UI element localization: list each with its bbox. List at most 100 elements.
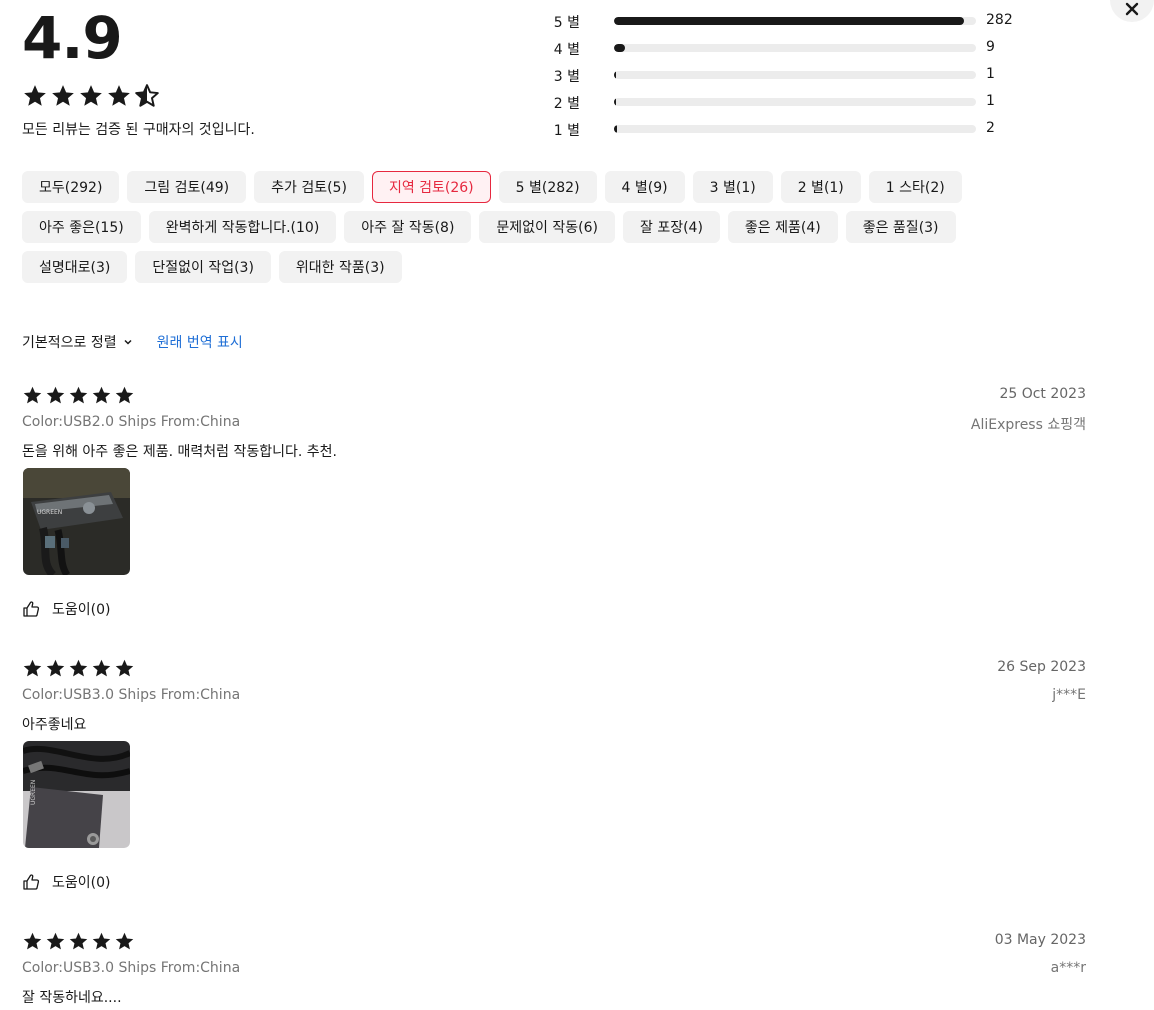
distribution-count: 9 bbox=[986, 39, 995, 55]
chevron-down-icon bbox=[124, 339, 132, 345]
star-full-icon bbox=[23, 932, 42, 950]
filter-chip-tag[interactable]: 좋은 제품(4) bbox=[727, 211, 838, 243]
review-author: a***r bbox=[1050, 960, 1086, 976]
close-button[interactable] bbox=[1110, 0, 1154, 22]
star-full-icon bbox=[46, 932, 65, 950]
filter-chip-2-star[interactable]: 2 별(1) bbox=[780, 171, 861, 203]
star-full-icon bbox=[52, 85, 74, 106]
review-date: 03 May 2023 bbox=[994, 932, 1086, 948]
star-full-icon bbox=[23, 386, 42, 404]
filter-chip-with-pictures[interactable]: 그림 검토(49) bbox=[127, 171, 247, 203]
distribution-row-4[interactable]: 4 별 9 bbox=[530, 37, 1030, 64]
review-sku-info: Color:USB3.0 Ships From:China bbox=[22, 687, 241, 703]
distribution-count: 2 bbox=[986, 120, 995, 136]
star-full-icon bbox=[108, 85, 130, 106]
filter-chip-tag[interactable]: 완벽하게 작동합니다.(10) bbox=[148, 211, 337, 243]
star-full-icon bbox=[92, 386, 111, 404]
star-full-icon bbox=[46, 386, 65, 404]
star-full-icon bbox=[92, 659, 111, 677]
distribution-label: 2 별 bbox=[553, 96, 580, 112]
thumbs-up-icon bbox=[23, 874, 40, 890]
star-full-icon bbox=[69, 386, 88, 404]
filter-chip-tag[interactable]: 설명대로(3) bbox=[22, 251, 128, 283]
distribution-label: 5 별 bbox=[553, 15, 580, 31]
review-text: 아주좋네요 bbox=[22, 717, 87, 733]
review-sku-info: Color:USB3.0 Ships From:China bbox=[22, 960, 241, 976]
show-original-link[interactable]: 원래 번역 표시 bbox=[157, 332, 243, 352]
distribution-bar bbox=[614, 125, 976, 133]
filter-chip-3-star[interactable]: 3 별(1) bbox=[692, 171, 773, 203]
filter-chip-tag[interactable]: 문제없이 작동(6) bbox=[479, 211, 615, 243]
review-photo-image: UGREEN bbox=[23, 741, 130, 848]
star-full-icon bbox=[69, 659, 88, 677]
star-full-icon bbox=[115, 659, 134, 677]
filter-chip-additional[interactable]: 추가 검토(5) bbox=[254, 171, 364, 203]
review-sku-info: Color:USB2.0 Ships From:China bbox=[22, 414, 241, 430]
star-full-icon bbox=[92, 932, 111, 950]
review-date: 25 Oct 2023 bbox=[999, 386, 1086, 402]
filter-chip-tag[interactable]: 잘 포장(4) bbox=[622, 211, 720, 243]
filter-chip-tag[interactable]: 좋은 품질(3) bbox=[845, 211, 956, 243]
helpful-button[interactable]: 도움이(0) bbox=[22, 872, 110, 892]
photo-brand-text: UGREEN bbox=[30, 780, 37, 805]
star-full-icon bbox=[80, 85, 102, 106]
review-photo[interactable]: UGREEN bbox=[23, 468, 130, 575]
review-stars bbox=[22, 385, 135, 406]
filter-chip-tag[interactable]: 아주 잘 작동(8) bbox=[344, 211, 472, 243]
review-stars bbox=[22, 658, 135, 679]
distribution-bar bbox=[614, 98, 976, 106]
distribution-label: 4 별 bbox=[553, 42, 580, 58]
distribution-row-5[interactable]: 5 별 282 bbox=[530, 10, 1030, 37]
star-full-icon bbox=[24, 85, 46, 106]
thumbs-up-icon bbox=[23, 601, 40, 617]
star-full-icon bbox=[23, 659, 42, 677]
review-filter-chips: 모두(292) 그림 검토(49) 추가 검토(5) 지역 검토(26) 5 별… bbox=[22, 171, 1022, 283]
sort-dropdown-label: 기본적으로 정렬 bbox=[22, 335, 117, 351]
review-author: AliExpress 쇼핑객 bbox=[970, 417, 1086, 433]
distribution-count: 282 bbox=[986, 12, 1013, 28]
star-full-icon bbox=[69, 932, 88, 950]
distribution-bar bbox=[614, 71, 976, 79]
filter-chip-4-star[interactable]: 4 별(9) bbox=[604, 171, 685, 203]
distribution-row-1[interactable]: 1 별 2 bbox=[530, 118, 1030, 145]
star-full-icon bbox=[115, 386, 134, 404]
helpful-count: 도움이(0) bbox=[52, 875, 111, 891]
star-full-icon bbox=[46, 659, 65, 677]
filter-chip-tag[interactable]: 아주 좋은(15) bbox=[22, 211, 141, 243]
review-photo[interactable]: UGREEN bbox=[23, 741, 130, 848]
filter-chip-5-star[interactable]: 5 별(282) bbox=[498, 171, 597, 203]
average-rating: 4.9 bbox=[22, 4, 123, 72]
distribution-bar-fill bbox=[614, 71, 616, 79]
review-photo-image: UGREEN bbox=[23, 468, 130, 575]
rating-distribution: 5 별 282 4 별 9 3 별 1 2 별 1 1 별 2 bbox=[530, 10, 1030, 145]
review-text: 돈을 위해 아주 좋은 제품. 매력처럼 작동합니다. 추천. bbox=[22, 444, 337, 460]
distribution-bar-fill bbox=[614, 17, 964, 25]
helpful-count: 도움이(0) bbox=[52, 602, 111, 618]
star-half-icon bbox=[135, 84, 159, 107]
distribution-bar-fill bbox=[614, 125, 617, 133]
star-full-icon bbox=[115, 932, 134, 950]
distribution-row-3[interactable]: 3 별 1 bbox=[530, 64, 1030, 91]
distribution-label: 3 별 bbox=[553, 69, 580, 85]
photo-brand-text: UGREEN bbox=[37, 509, 62, 516]
filter-chip-1-star[interactable]: 1 스타(2) bbox=[868, 171, 962, 203]
distribution-bar-fill bbox=[614, 98, 616, 106]
filter-chip-all[interactable]: 모두(292) bbox=[22, 171, 120, 203]
sort-bar: 기본적으로 정렬 원래 번역 표시 bbox=[22, 332, 243, 352]
distribution-bar-fill bbox=[614, 44, 626, 52]
helpful-button[interactable]: 도움이(0) bbox=[22, 599, 110, 619]
sort-dropdown[interactable]: 기본적으로 정렬 bbox=[22, 332, 157, 352]
distribution-label: 1 별 bbox=[553, 123, 580, 139]
average-rating-stars bbox=[22, 83, 160, 109]
review-author: j***E bbox=[1052, 687, 1086, 703]
review-text: 잘 작동하네요.... bbox=[22, 990, 122, 1006]
filter-chip-tag[interactable]: 위대한 작품(3) bbox=[278, 251, 402, 283]
review-stars bbox=[22, 931, 135, 952]
filter-chip-tag[interactable]: 단절없이 작업(3) bbox=[135, 251, 271, 283]
review-date: 26 Sep 2023 bbox=[997, 659, 1086, 675]
distribution-count: 1 bbox=[986, 93, 995, 109]
distribution-bar bbox=[614, 17, 976, 25]
distribution-bar bbox=[614, 44, 976, 52]
distribution-row-2[interactable]: 2 별 1 bbox=[530, 91, 1030, 118]
filter-chip-local[interactable]: 지역 검토(26) bbox=[371, 171, 491, 203]
